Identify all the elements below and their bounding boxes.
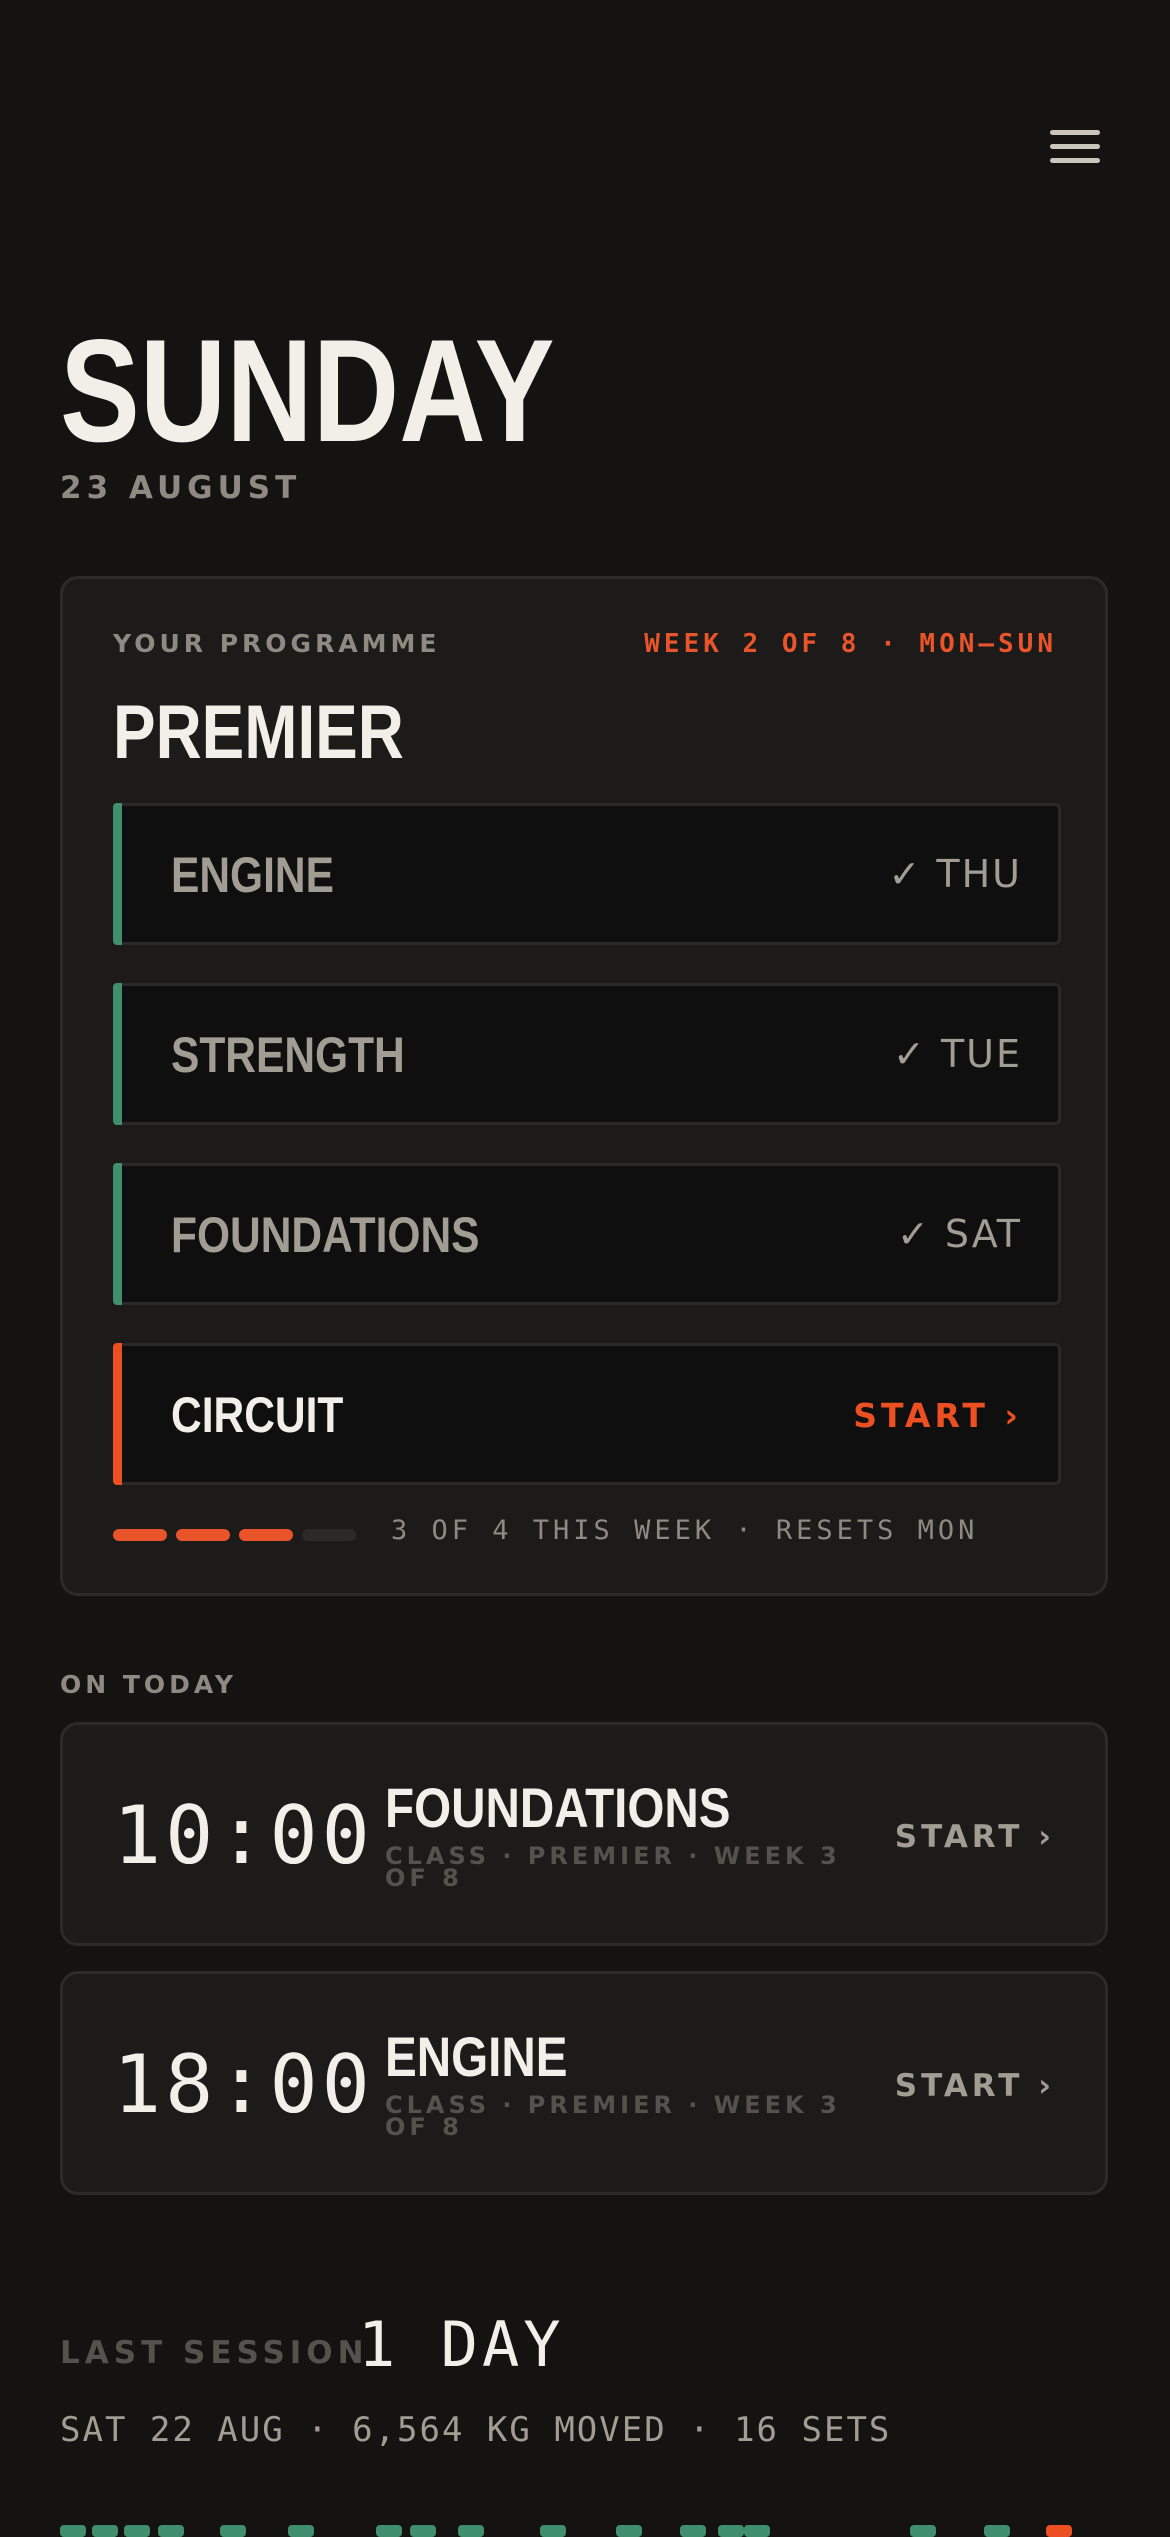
last-session-value: 1 DAY (358, 2308, 565, 2381)
class-time: 10:00 (113, 1789, 374, 1882)
week-progress-segment (302, 1529, 356, 1541)
programme-card: YOUR PROGRAMME WEEK 2 OF 8 · MON–SUN PRE… (60, 576, 1108, 1596)
session-name: FOUNDATIONS (171, 1207, 480, 1263)
history-mark (410, 2525, 436, 2537)
history-mark (458, 2525, 484, 2537)
session-row-circuit[interactable]: CIRCUIT START › (113, 1343, 1061, 1485)
programme-week: WEEK 2 OF 8 · MON–SUN (644, 629, 1057, 659)
day-title: SUNDAY (60, 309, 555, 472)
history-mark (60, 2525, 86, 2537)
session-name: ENGINE (171, 847, 334, 903)
session-row-strength[interactable]: STRENGTH ✓ TUE (113, 983, 1061, 1125)
history-mark (744, 2525, 770, 2537)
class-card[interactable]: 10:00 FOUNDATIONS CLASS · PREMIER · WEEK… (60, 1722, 1108, 1946)
class-name: FOUNDATIONS (385, 1776, 731, 1839)
week-progress-segment (239, 1529, 293, 1541)
history-mark (616, 2525, 642, 2537)
class-card[interactable]: 18:00 ENGINE CLASS · PREMIER · WEEK 3 OF… (60, 1971, 1108, 2195)
history-mark (124, 2525, 150, 2537)
session-done-day: ✓ THU (888, 852, 1022, 896)
class-meta: CLASS · PREMIER · WEEK 3 OF 8 (385, 1842, 841, 1892)
last-session-label: LAST SESSION (60, 2335, 369, 2371)
session-name: CIRCUIT (171, 1387, 344, 1443)
session-status-bar (113, 1163, 122, 1305)
history-mark (1046, 2525, 1072, 2537)
menu-button[interactable] (1050, 128, 1104, 168)
history-mark (288, 2525, 314, 2537)
hamburger-menu-icon (1050, 130, 1100, 135)
session-done-day: ✓ SAT (896, 1212, 1022, 1256)
session-done-day: ✓ TUE (893, 1032, 1022, 1076)
history-mark (92, 2525, 118, 2537)
history-mark (376, 2525, 402, 2537)
history-mark (220, 2525, 246, 2537)
history-mark (680, 2525, 706, 2537)
start-class-button[interactable]: START › (895, 1819, 1055, 1855)
programme-label: YOUR PROGRAMME (113, 629, 441, 658)
history-mark (984, 2525, 1010, 2537)
week-progress-text: 3 OF 4 THIS WEEK · RESETS MON (391, 1515, 979, 1546)
history-mark (158, 2525, 184, 2537)
date-subtitle: 23 AUGUST (60, 470, 302, 506)
class-name: ENGINE (385, 2025, 568, 2088)
session-status-bar (113, 1343, 122, 1485)
week-progress-segment (176, 1529, 230, 1541)
session-row-engine[interactable]: ENGINE ✓ THU (113, 803, 1061, 945)
start-session-button[interactable]: START › (853, 1396, 1022, 1435)
class-meta: CLASS · PREMIER · WEEK 3 OF 8 (385, 2091, 841, 2141)
history-mark (540, 2525, 566, 2537)
history-mark (718, 2525, 744, 2537)
session-status-bar (113, 803, 122, 945)
start-class-button[interactable]: START › (895, 2068, 1055, 2104)
session-status-bar (113, 983, 122, 1125)
week-progress-segment (113, 1529, 167, 1541)
on-today-label: ON TODAY (60, 1670, 237, 1699)
class-time: 18:00 (113, 2038, 374, 2131)
history-mark (910, 2525, 936, 2537)
programme-name: PREMIER (113, 690, 404, 775)
session-history-strip (60, 2525, 1108, 2537)
last-session-detail: SAT 22 AUG · 6,564 KG MOVED · 16 SETS (60, 2410, 892, 2450)
session-row-foundations[interactable]: FOUNDATIONS ✓ SAT (113, 1163, 1061, 1305)
session-name: STRENGTH (171, 1027, 405, 1083)
